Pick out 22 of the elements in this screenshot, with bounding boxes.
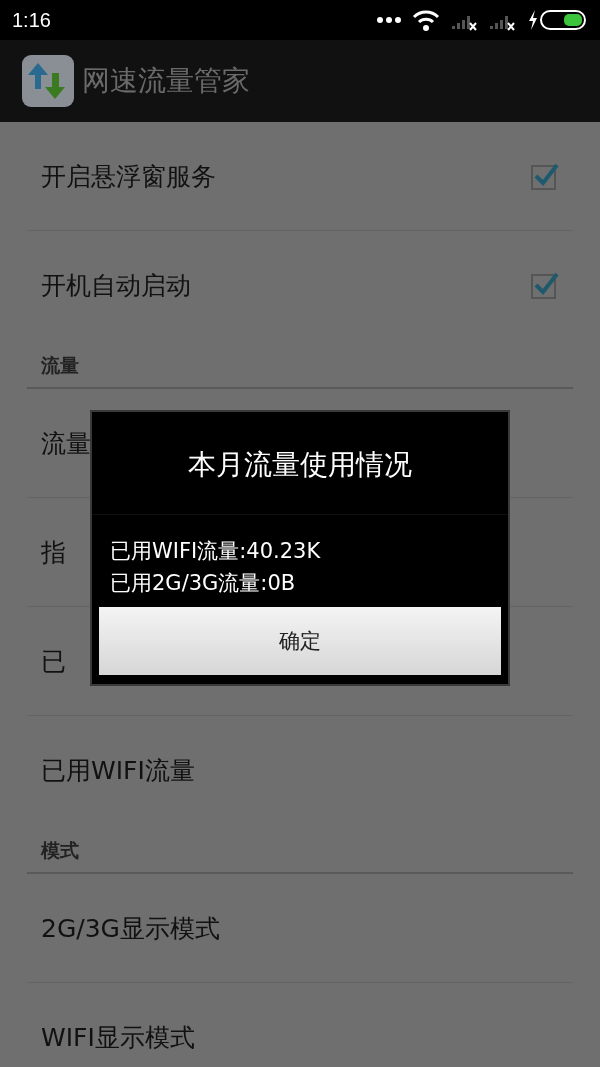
checkbox[interactable] [531,162,559,190]
setting-label: 指 [41,536,66,569]
setting-label: 开启悬浮窗服务 [41,160,216,193]
battery-icon [526,9,588,31]
dialog-title: 本月流量使用情况 [92,412,508,515]
more-icon [376,16,402,24]
app-title: 网速流量管家 [82,63,250,99]
setting-label: WIFI显示模式 [41,1021,195,1054]
section-header: 模式 [41,838,79,863]
wifi-icon [412,9,440,31]
dialog-message: 已用2G/3G流量:0B [110,570,297,597]
setting-label: 开机自动启动 [41,269,191,302]
section-header: 流量 [41,353,79,378]
dialog-message: 已用WIFI流量:40.23K [110,538,322,565]
status-time: 1:16 [12,8,51,32]
setting-label: 已用WIFI流量 [41,754,195,787]
ok-button[interactable]: 确定 [99,607,501,675]
checkbox[interactable] [531,271,559,299]
app-icon [22,55,74,107]
setting-label: 流量 [41,427,91,460]
setting-label: 已 [41,645,66,678]
setting-label: 2G/3G显示模式 [41,912,220,945]
